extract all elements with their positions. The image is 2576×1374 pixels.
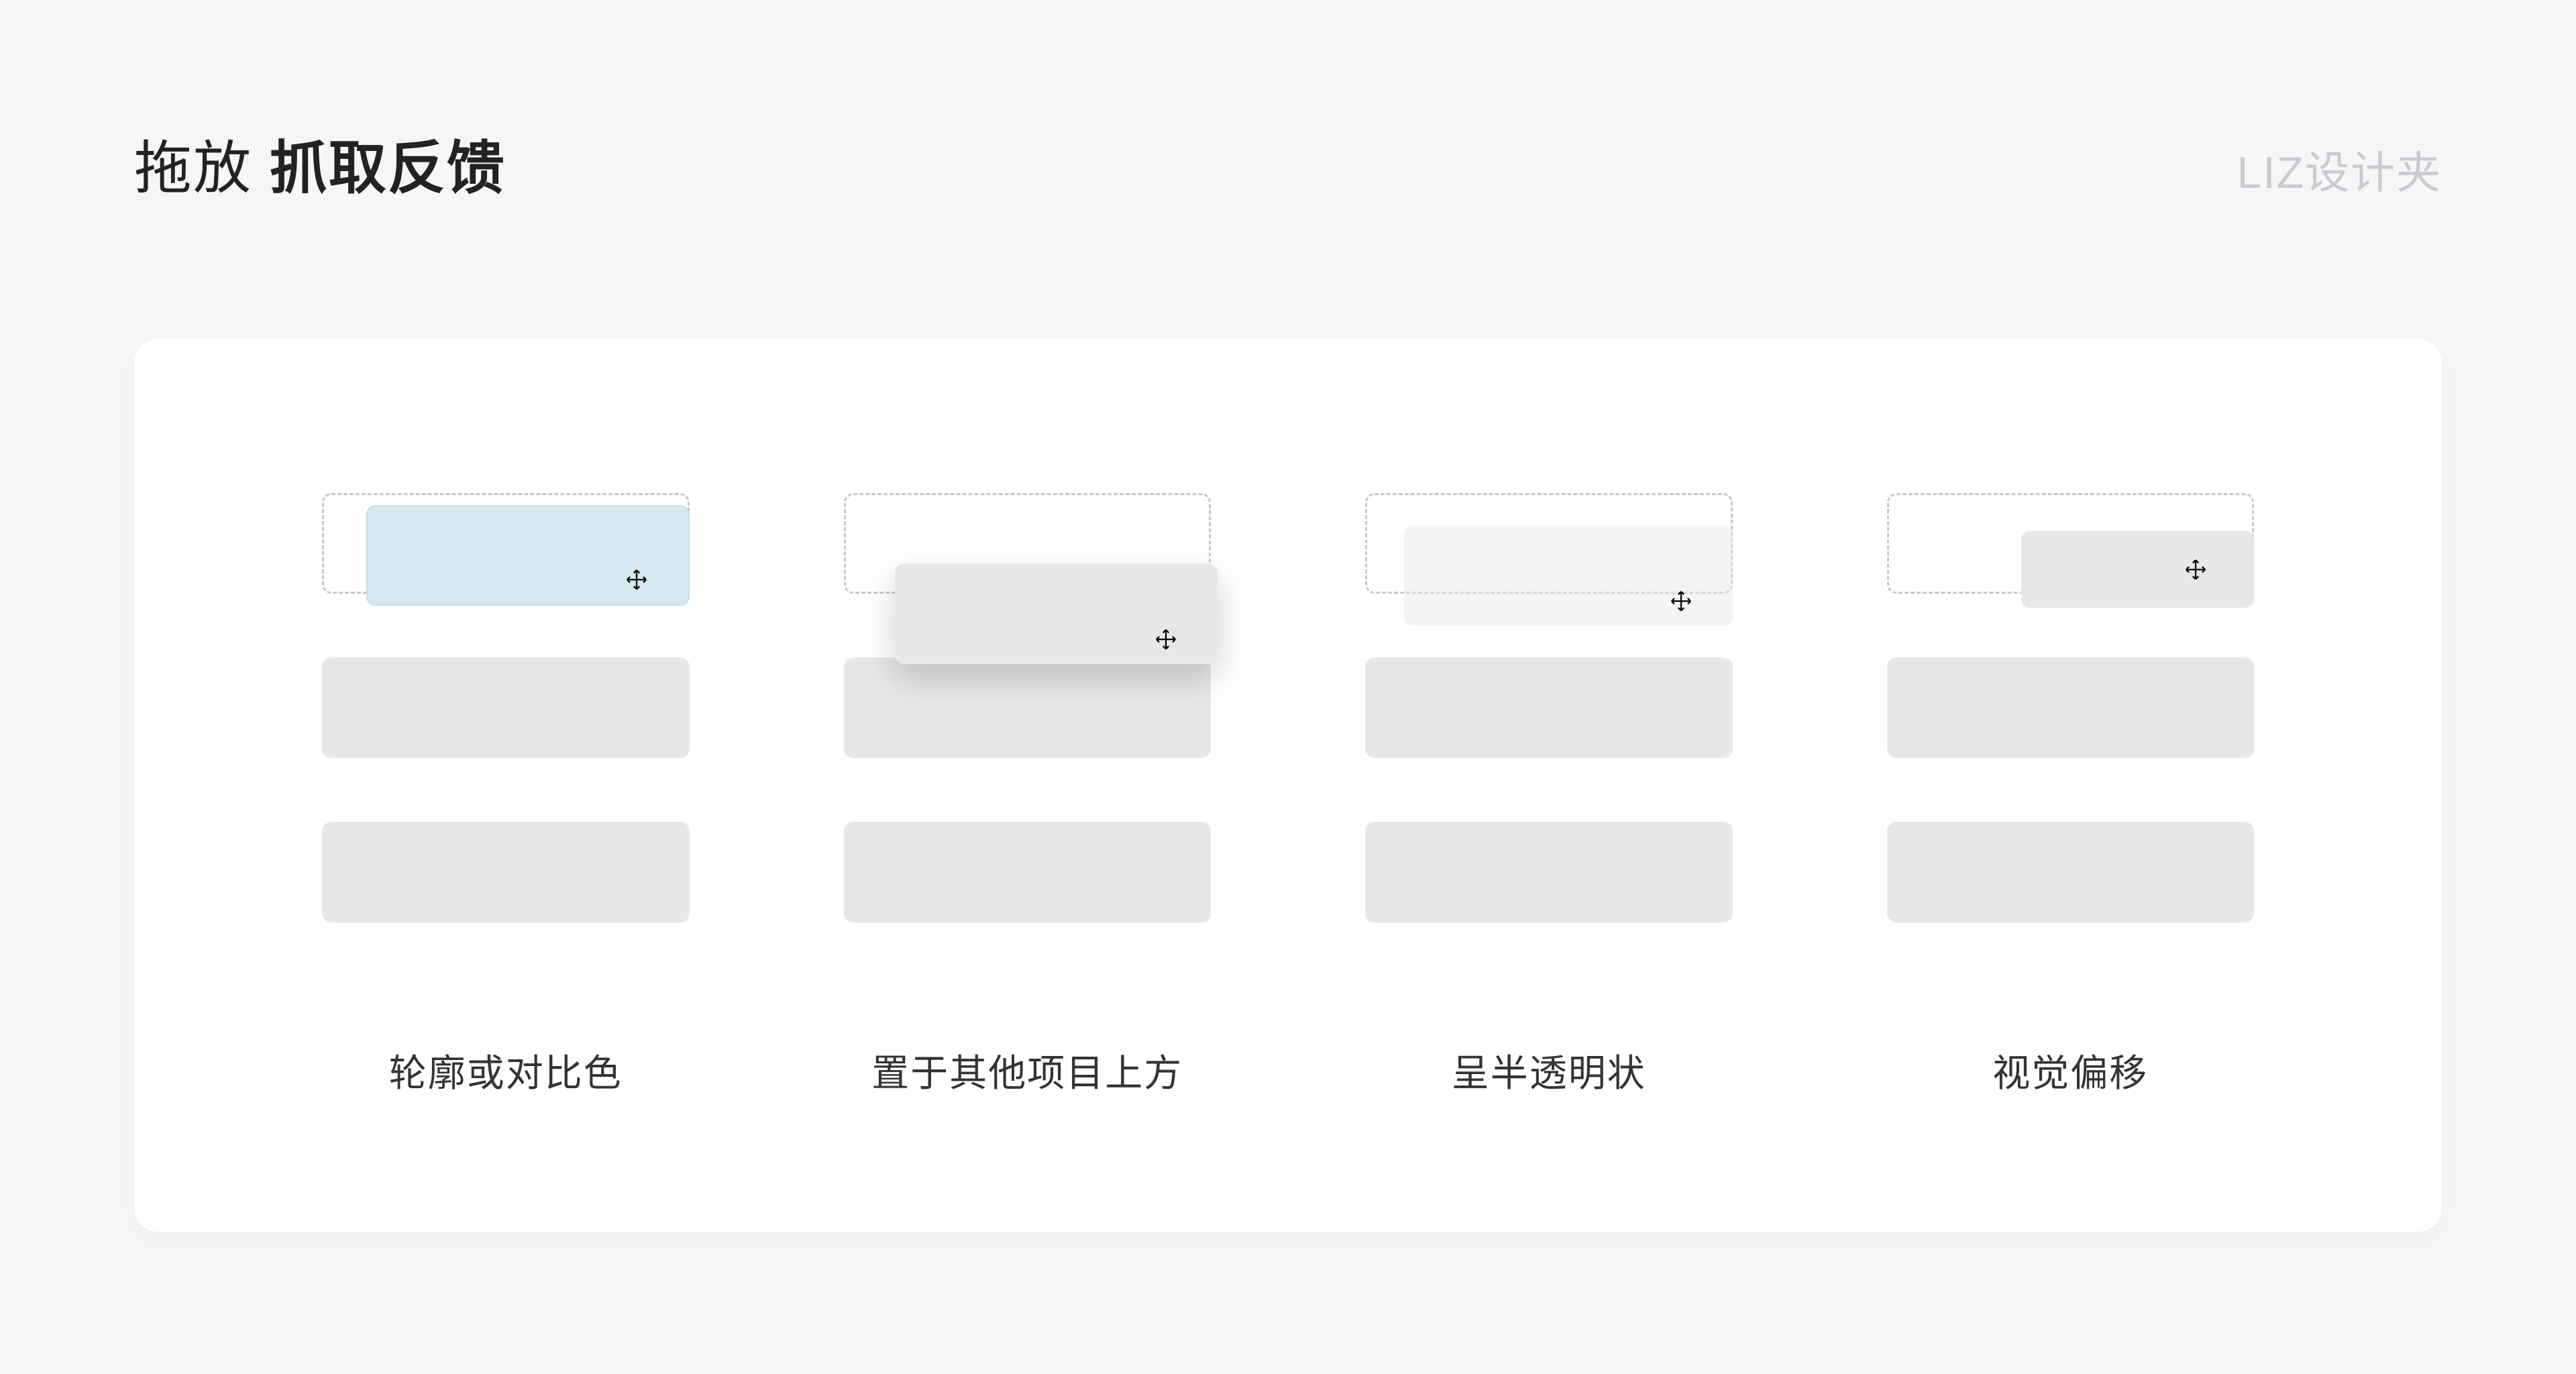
content-card: 轮廓或对比色 置于其他项目上方: [134, 339, 2442, 1232]
move-cursor-icon: [1155, 628, 1177, 651]
list-item: [1887, 822, 2255, 922]
list-item: [1887, 657, 2255, 758]
example-stage: [1887, 493, 2255, 936]
move-cursor-icon: [2184, 558, 2207, 581]
dragged-item[interactable]: [1404, 525, 1733, 626]
example-above-items: 置于其他项目上方: [844, 493, 1212, 1098]
dragged-item[interactable]: [366, 505, 690, 606]
page-header: 拖放 抓取反馈 LIZ设计夹: [134, 121, 2442, 205]
list-item: [1365, 657, 1733, 758]
move-cursor-icon: [625, 568, 648, 591]
title-bold: 抓取反馈: [270, 136, 506, 201]
example-visual-offset: 视觉偏移: [1887, 493, 2255, 1098]
example-stage: [844, 493, 1212, 936]
example-semi-transparent: 呈半透明状: [1365, 493, 1733, 1098]
dragged-item[interactable]: [2021, 531, 2255, 608]
example-stage: [322, 493, 690, 936]
example-stage: [1365, 493, 1733, 936]
example-caption: 视觉偏移: [1992, 1043, 2148, 1098]
examples-grid: 轮廓或对比色 置于其他项目上方: [322, 493, 2254, 1098]
list-item: [322, 657, 690, 758]
list-item: [322, 822, 690, 922]
title-prefix: 拖放: [134, 136, 270, 201]
list-item: [844, 822, 1212, 922]
brand-label: LIZ设计夹: [2237, 137, 2442, 201]
list-item: [1365, 822, 1733, 922]
example-caption: 呈半透明状: [1452, 1043, 1646, 1098]
move-cursor-icon: [1670, 590, 1693, 613]
example-outline-contrast: 轮廓或对比色: [322, 493, 690, 1098]
dragged-item[interactable]: [895, 564, 1218, 664]
example-caption: 轮廓或对比色: [389, 1043, 623, 1098]
list-item: [844, 657, 1212, 758]
page-title: 拖放 抓取反馈: [134, 121, 506, 205]
example-caption: 置于其他项目上方: [871, 1043, 1183, 1098]
